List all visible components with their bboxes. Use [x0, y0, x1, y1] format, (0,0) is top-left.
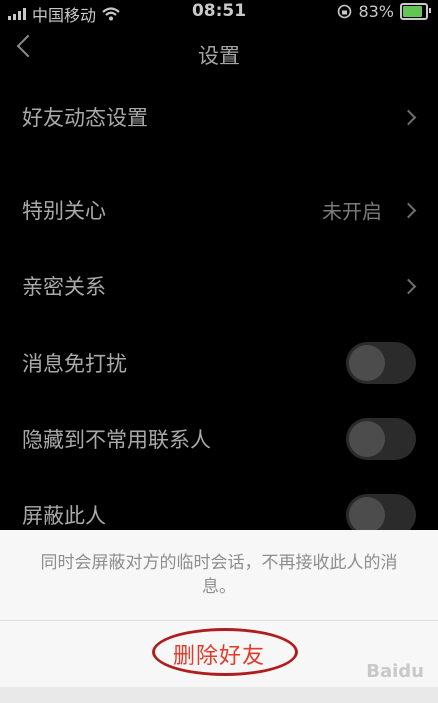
chevron-right-icon [400, 202, 417, 219]
setting-row-hide-contact: 隐藏到不常用联系人 [0, 403, 438, 475]
setting-label: 好友动态设置 [22, 106, 148, 130]
nav-bar: 设置 [0, 24, 438, 84]
watermark: Baidu [366, 661, 424, 682]
hide-contact-toggle[interactable] [346, 418, 416, 460]
setting-row-do-not-disturb: 消息免打扰 [0, 327, 438, 399]
battery-percent: 83% [358, 2, 394, 21]
bottom-strip [0, 687, 438, 703]
setting-row-friend-feed[interactable]: 好友动态设置 [0, 81, 438, 153]
chevron-right-icon [400, 278, 417, 295]
toggle-knob [349, 345, 385, 381]
setting-value: 未开启 [322, 199, 382, 224]
status-bar: 中国移动 08:51 83% [0, 0, 438, 25]
setting-label: 消息免打扰 [22, 352, 127, 376]
setting-row-special-care[interactable]: 特别关心 未开启 [0, 174, 438, 246]
chevron-right-icon [400, 109, 417, 126]
toggle-knob [349, 497, 385, 533]
sheet-message: 同时会屏蔽对方的临时会话，不再接收此人的消息。 [40, 553, 398, 597]
setting-label: 亲密关系 [22, 275, 106, 299]
action-sheet: 同时会屏蔽对方的临时会话，不再接收此人的消息。 删除好友 Baidu [0, 530, 438, 703]
do-not-disturb-toggle[interactable] [346, 342, 416, 384]
toggle-knob [349, 421, 385, 457]
setting-label: 特别关心 [22, 199, 106, 223]
status-right: 83% [337, 2, 431, 21]
battery-icon [400, 3, 431, 20]
setting-label: 隐藏到不常用联系人 [22, 428, 211, 452]
page-title: 设置 [198, 44, 240, 68]
setting-label: 屏蔽此人 [22, 504, 106, 528]
orientation-lock-icon [338, 4, 352, 19]
annotation-ring [152, 628, 298, 676]
setting-row-intimate-relation[interactable]: 亲密关系 [0, 250, 438, 322]
